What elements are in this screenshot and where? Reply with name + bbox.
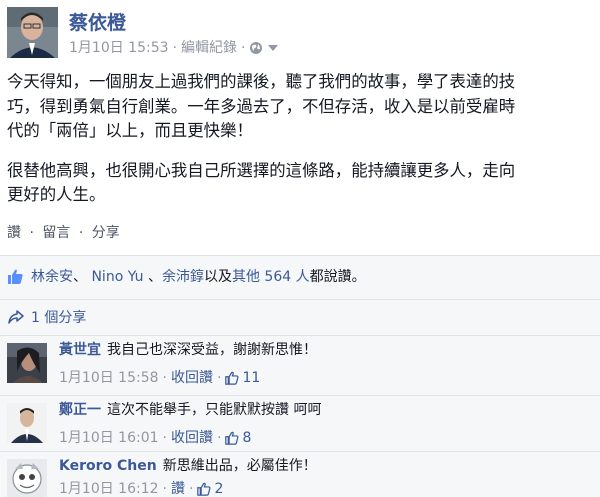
comment-meta: 1月10日 16:12 · 讚 · 2 [59, 480, 223, 497]
commenter-name[interactable]: Keroro Chen [59, 458, 157, 474]
liker-name[interactable]: 余沛錞 [162, 269, 204, 285]
comment-likes[interactable]: 2 [197, 480, 223, 497]
post-paragraph: 今天得知，一個朋友上過我們的課後，聽了我們的故事，學了表達的技 巧，得到勇氣自行… [7, 70, 595, 144]
commenter-avatar[interactable] [7, 403, 47, 443]
likes-suffix: 都說讚。 [309, 269, 366, 285]
post-paragraph: 很替他高興，也很開心我自己所選擇的這條路，能持續讓更多人，走向 更好的人生。 [7, 159, 595, 208]
shares-count-link[interactable]: 1 個分享 [31, 309, 86, 327]
meta-separator: · [172, 40, 177, 56]
comment-meta-separator: · [216, 370, 222, 386]
like-comment-button[interactable]: 讚 [171, 480, 185, 497]
comment-timestamp[interactable]: 1月10日 16:01 [59, 429, 159, 447]
commenter-avatar[interactable] [7, 343, 47, 383]
comment-meta: 1月10日 15:58 · 收回讚 · 11 [59, 369, 260, 387]
liker-name[interactable]: Nino Yu [91, 269, 143, 285]
meta-separator: · [240, 40, 246, 56]
comment-meta: 1月10日 16:01 · 收回讚 · 8 [59, 429, 251, 447]
commenter-name[interactable]: 黃世宜 [59, 342, 101, 358]
post-actions: 讚 · 留言 · 分享 [7, 224, 120, 242]
comment-meta-separator: · [162, 370, 167, 386]
likes-summary-row: 林余安、 Nino Yu 、余沛錞以及其他 564 人都說讚。 [0, 255, 600, 299]
likes-separator: 、 [147, 269, 162, 285]
action-separator: · [29, 225, 34, 241]
thumbs-up-icon [197, 482, 211, 496]
comment-item: 鄭正一 這次不能舉手，只能默默按讚 呵呵 1月10日 16:01 · 收回讚 · … [0, 395, 600, 455]
thumbs-up-icon [7, 268, 24, 289]
comment-likes[interactable]: 8 [225, 429, 251, 447]
author-avatar[interactable] [7, 7, 58, 58]
post-line: 很替他高興，也很開心我自己所選擇的這條路，能持續讓更多人，走向 [7, 160, 516, 180]
comment-timestamp[interactable]: 1月10日 15:58 [59, 369, 159, 387]
likes-connector: 以及 [203, 269, 232, 285]
post-line: 更好的人生。 [7, 185, 106, 204]
comment-meta-separator: · [162, 430, 167, 446]
likes-separator: 、 [73, 269, 87, 285]
commenter-name[interactable]: 鄭正一 [59, 402, 101, 418]
post-meta: 1月10日 15:53 · 編輯紀錄 · [69, 39, 279, 57]
author-name[interactable]: 蔡依橙 [69, 12, 126, 34]
comment-button[interactable]: 留言 [42, 225, 70, 241]
comment-meta-separator: · [216, 430, 222, 446]
comment-text: 新思維出品，必屬佳作！ [162, 458, 317, 474]
post-header: 蔡依橙 1月10日 15:53 · 編輯紀錄 · [0, 0, 600, 62]
action-separator: · [78, 225, 84, 241]
comment-likes[interactable]: 11 [225, 369, 260, 387]
comment-text: 這次不能舉手，只能默默按讚 呵呵 [107, 402, 322, 418]
share-button[interactable]: 分享 [92, 225, 120, 241]
comment-item: 黃世宜 我自己也深深受益，謝謝新思惟！ 1月10日 15:58 · 收回讚 · 1… [0, 335, 600, 395]
post-timestamp[interactable]: 1月10日 15:53 [69, 39, 169, 57]
comment-likes-count: 11 [242, 370, 261, 386]
post-line: 巧，得到勇氣自行創業。一年多過去了，不但存活，收入是以前受雇時 [7, 96, 516, 116]
comment-meta-separator: · [162, 481, 167, 497]
unlike-comment-button[interactable]: 收回讚 [171, 429, 213, 447]
comment-line: 黃世宜 我自己也深深受益，謝謝新思惟！ [59, 341, 317, 359]
other-likers-link[interactable]: 其他 564 人 [232, 269, 310, 285]
comment-likes-count: 2 [214, 481, 224, 497]
audience-dropdown-icon[interactable] [267, 43, 279, 53]
thumbs-up-icon [225, 371, 239, 385]
liker-name[interactable]: 林余安 [31, 269, 73, 285]
unlike-comment-button[interactable]: 收回讚 [171, 369, 213, 387]
globe-icon[interactable] [249, 41, 263, 55]
shares-row: 1 個分享 [0, 299, 600, 335]
comment-item: Keroro Chen 新思維出品，必屬佳作！ 1月10日 16:12 · 讚 ·… [0, 451, 600, 497]
edit-history-link[interactable]: 編輯紀錄 [181, 39, 237, 57]
commenter-avatar[interactable] [7, 459, 47, 497]
comment-text: 我自己也深深受益，謝謝新思惟！ [107, 342, 317, 358]
thumbs-up-icon [225, 431, 239, 445]
post-line: 今天得知，一個朋友上過我們的課後，聽了我們的故事，學了表達的技 [7, 72, 516, 91]
post-line: 代的「兩倍」以上，而且更快樂！ [7, 121, 253, 140]
comment-likes-count: 8 [242, 430, 252, 446]
feedback-panel: 林余安、 Nino Yu 、余沛錞以及其他 564 人都說讚。 1 個分享 黃世… [0, 255, 600, 497]
comment-timestamp[interactable]: 1月10日 16:12 [59, 480, 159, 497]
comment-meta-separator: · [188, 481, 194, 497]
post-body: 今天得知，一個朋友上過我們的課後，聽了我們的故事，學了表達的技 巧，得到勇氣自行… [7, 70, 595, 223]
share-icon [7, 309, 24, 329]
like-button[interactable]: 讚 [7, 225, 21, 241]
comment-line: 鄭正一 這次不能舉手，只能默默按讚 呵呵 [59, 401, 321, 419]
comment-line: Keroro Chen 新思維出品，必屬佳作！ [59, 457, 317, 475]
likes-summary-text: 林余安、 Nino Yu 、余沛錞以及其他 564 人都說讚。 [31, 268, 366, 286]
